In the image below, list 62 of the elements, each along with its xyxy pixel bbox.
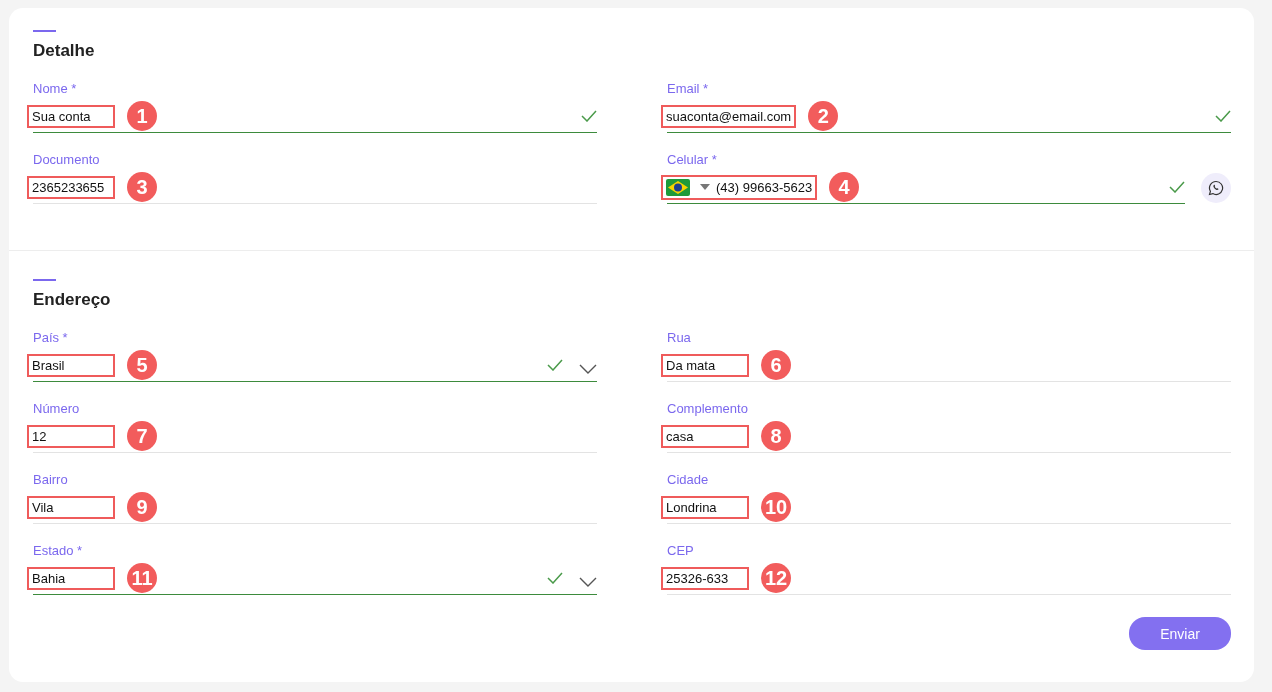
input-field[interactable]: 12 7	[33, 420, 597, 453]
input-field[interactable]: suaconta@email.com 2	[667, 100, 1231, 133]
field-label: Complemento	[667, 401, 749, 417]
flag-icon	[666, 178, 690, 196]
input-field[interactable]: 25326-633 12	[667, 562, 1231, 595]
caret-icon[interactable]	[700, 184, 710, 190]
highlight-box: Vila	[27, 495, 115, 519]
number-badge: 4	[829, 172, 860, 202]
field-label: Número	[33, 401, 81, 417]
field-label: Celular *	[667, 152, 718, 168]
field-label: CEP	[667, 543, 695, 559]
highlight-box: Brasil	[27, 353, 115, 377]
number-badge: 5	[127, 350, 157, 380]
chevron-down-icon[interactable]	[579, 577, 597, 587]
highlight-box: 25326-633	[661, 566, 749, 590]
field-label: Email *	[667, 81, 710, 97]
chevron-down-icon[interactable]	[579, 364, 597, 374]
number-badge: 11	[127, 563, 157, 593]
number-badge: 1	[127, 101, 157, 131]
field-label: Bairro	[33, 472, 69, 488]
highlight-box: suaconta@email.com	[661, 104, 797, 128]
number-badge: 9	[127, 492, 157, 522]
highlight-box: Bahia	[27, 566, 115, 590]
section-title: Detalhe	[33, 41, 96, 61]
check-icon	[1215, 110, 1231, 122]
number-badge: 8	[761, 421, 791, 451]
whatsapp-button[interactable]	[1201, 172, 1231, 203]
section-title: Endereço	[33, 290, 112, 310]
highlight-box: Da mata	[661, 353, 749, 377]
highlight-box: (43) 99663-5623	[661, 174, 818, 200]
input-field[interactable]: Da mata 6	[667, 349, 1231, 382]
highlight-box: 2365233655	[27, 175, 115, 199]
field-label: Cidade	[667, 472, 710, 488]
highlight-box: Sua conta	[27, 104, 115, 128]
input-field[interactable]: (43) 99663-5623 4	[667, 171, 1185, 204]
number-badge: 7	[127, 421, 157, 451]
highlight-box: 12	[27, 424, 115, 448]
check-icon	[581, 110, 597, 122]
input-field[interactable]: 2365233655 3	[33, 171, 597, 204]
field-label: Rua	[667, 330, 692, 346]
number-badge: 2	[808, 101, 839, 131]
highlight-box: casa	[661, 424, 749, 448]
check-icon	[547, 359, 563, 371]
field-label: País *	[33, 330, 69, 346]
field-label: Estado *	[33, 543, 84, 559]
highlight-box: Londrina	[661, 495, 749, 519]
input-field[interactable]: casa 8	[667, 420, 1231, 453]
input-field[interactable]: Brasil 5	[33, 349, 597, 382]
input-field[interactable]: Sua conta 1	[33, 100, 597, 133]
number-badge: 6	[761, 350, 791, 380]
number-badge: 3	[127, 172, 157, 202]
input-field[interactable]: Vila 9	[33, 491, 597, 524]
input-field[interactable]: Bahia 11	[33, 562, 597, 595]
check-icon	[1169, 181, 1185, 193]
field-label: Nome *	[33, 81, 78, 97]
input-field[interactable]: Londrina 10	[667, 491, 1231, 524]
field-label: Documento	[33, 152, 101, 168]
number-badge: 12	[761, 563, 791, 593]
chat-phone-icon	[1208, 179, 1224, 196]
submit-button[interactable]: Enviar	[1129, 617, 1231, 650]
number-badge: 10	[761, 492, 791, 522]
check-icon	[547, 572, 563, 584]
